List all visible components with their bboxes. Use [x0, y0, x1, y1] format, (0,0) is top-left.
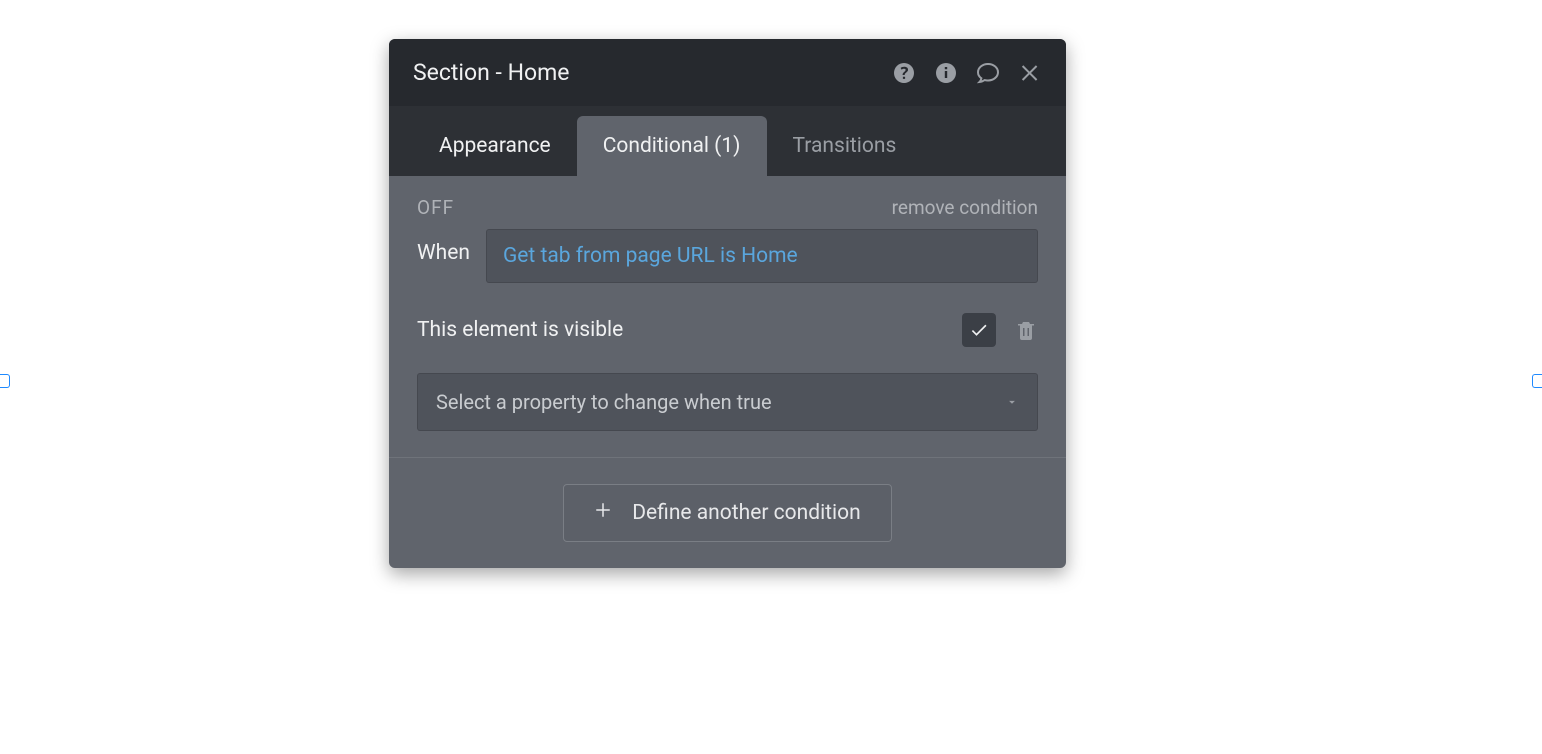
comment-icon[interactable]	[976, 61, 1000, 85]
property-panel: Section - Home Appearance Conditional (1…	[389, 39, 1066, 568]
when-label: When	[417, 229, 470, 283]
help-icon[interactable]	[892, 61, 916, 85]
selection-handle-left[interactable]	[0, 374, 10, 388]
panel-title: Section - Home	[413, 59, 570, 86]
tab-transitions[interactable]: Transitions	[767, 116, 923, 176]
panel-footer: Define another condition	[389, 457, 1066, 568]
tab-conditional[interactable]: Conditional (1)	[577, 116, 767, 176]
visible-checkbox[interactable]	[962, 313, 996, 347]
condition-expression-input[interactable]: Get tab from page URL is Home	[486, 229, 1038, 283]
when-row: When Get tab from page URL is Home	[417, 229, 1038, 283]
define-another-condition-label: Define another condition	[632, 501, 860, 525]
chevron-down-icon	[1005, 390, 1019, 414]
condition-toggle-label[interactable]: OFF	[417, 196, 454, 219]
remove-condition-link[interactable]: remove condition	[892, 196, 1038, 219]
trash-icon[interactable]	[1014, 317, 1038, 343]
visible-actions	[962, 313, 1038, 347]
panel-body: OFF remove condition When Get tab from p…	[389, 176, 1066, 457]
property-select-placeholder: Select a property to change when true	[436, 390, 772, 414]
visible-row: This element is visible	[417, 313, 1038, 347]
condition-top-row: OFF remove condition	[417, 196, 1038, 219]
info-icon[interactable]	[934, 61, 958, 85]
close-icon[interactable]	[1018, 61, 1042, 85]
visible-label: This element is visible	[417, 318, 623, 342]
check-icon	[969, 320, 989, 340]
define-another-condition-button[interactable]: Define another condition	[563, 484, 891, 542]
tab-bar: Appearance Conditional (1) Transitions	[389, 106, 1066, 176]
plus-icon	[594, 501, 612, 525]
property-select[interactable]: Select a property to change when true	[417, 373, 1038, 431]
header-actions	[892, 61, 1042, 85]
tab-appearance[interactable]: Appearance	[413, 116, 577, 176]
panel-header: Section - Home	[389, 39, 1066, 106]
selection-handle-right[interactable]	[1532, 374, 1542, 388]
